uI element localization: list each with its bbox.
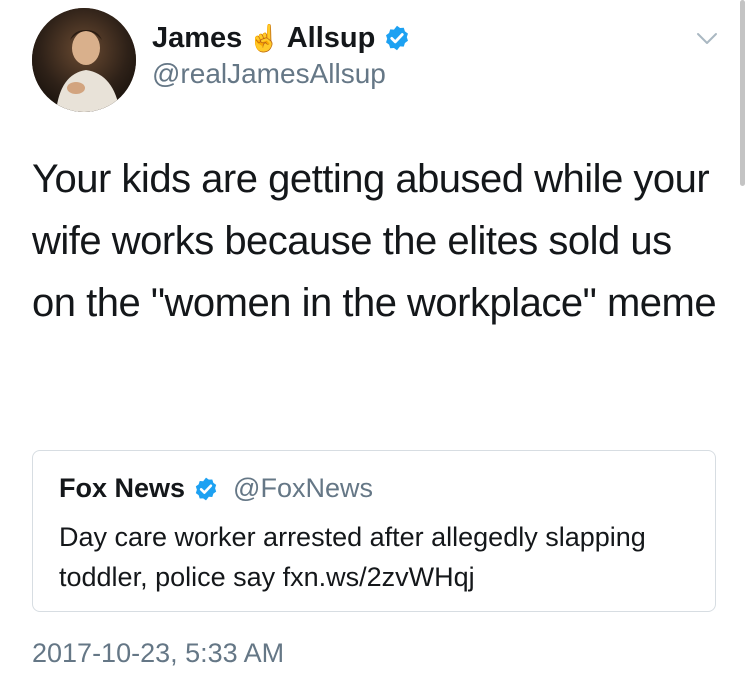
- author-name[interactable]: James ☝️ Allsup: [152, 18, 411, 58]
- tweet-timestamp[interactable]: 2017-10-23, 5:33 AM: [32, 638, 284, 669]
- avatar[interactable]: [32, 8, 136, 112]
- author-first-name: James: [152, 21, 243, 54]
- pointing-up-emoji: ☝️: [248, 23, 281, 53]
- author-last-name: Allsup: [286, 21, 376, 54]
- quoted-tweet-card[interactable]: Fox News @FoxNews Day care worker arrest…: [32, 450, 716, 612]
- scrollbar[interactable]: [740, 0, 745, 186]
- chevron-down-icon[interactable]: [694, 26, 720, 52]
- quoted-author-name: Fox News: [59, 473, 186, 503]
- quoted-author-handle: @FoxNews: [233, 473, 373, 503]
- verified-badge-icon: [195, 477, 217, 500]
- avatar-photo: [32, 8, 136, 112]
- quoted-tweet-text: Day care worker arrested after allegedly…: [59, 522, 646, 592]
- author-handle[interactable]: @realJamesAllsup: [152, 58, 386, 90]
- verified-badge-icon: [386, 25, 409, 51]
- tweet-text: Your kids are getting abused while your …: [32, 157, 717, 325]
- quoted-tweet-header: Fox News @FoxNews: [59, 473, 373, 504]
